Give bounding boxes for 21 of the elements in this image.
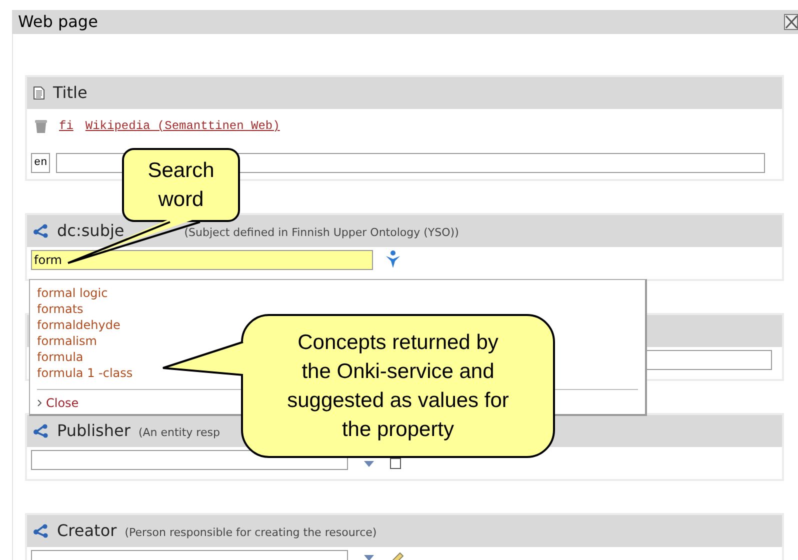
property-label: Publisher (57, 420, 130, 442)
property-label: Creator (57, 520, 117, 542)
suggestion-item[interactable]: formalism (37, 333, 97, 349)
callout-text: Concepts returned by the Onki-service and suggested as values for the property (287, 330, 509, 443)
property-label: Title (53, 82, 88, 104)
suggestion-item[interactable]: formula 1 -class (37, 365, 133, 381)
suggestion-item[interactable]: formula (37, 349, 84, 365)
search-field[interactable]: form (31, 250, 373, 270)
callout-text: Search word (148, 158, 214, 213)
suggestion-item[interactable]: formal logic (37, 285, 108, 301)
language-tag[interactable]: en (31, 153, 50, 173)
value-link[interactable]: Wikipedia (Semanttinen Web) (85, 117, 280, 135)
property-description: (Subject defined in Finnish Upper Ontology (YSO)) (184, 224, 459, 241)
window-title: Web page (18, 11, 98, 33)
language-link[interactable]: fi (59, 117, 74, 135)
close-link[interactable]: Close (46, 394, 79, 412)
suggestion-item[interactable]: formaldehyde (37, 317, 120, 333)
property-label: dc:subje (57, 220, 124, 242)
property-description: (Person responsible for creating the resource) (124, 524, 377, 541)
property-description: (An entity resp (138, 424, 220, 441)
suggestion-item[interactable]: formats (37, 301, 84, 317)
